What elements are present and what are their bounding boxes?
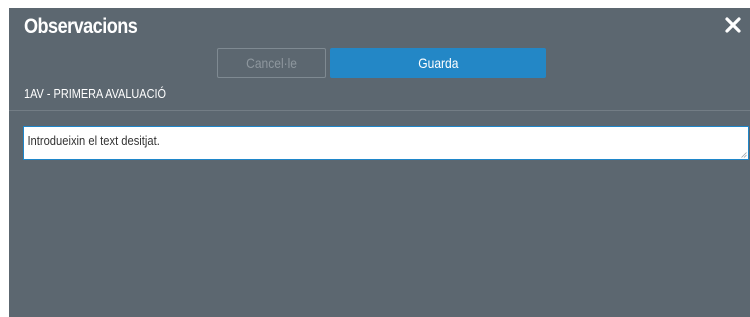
resize-grip-icon[interactable]: [741, 152, 747, 158]
observations-dialog: Observacions Cancel·le Guarda 1AV - PRIM…: [9, 8, 750, 317]
divider: [9, 110, 750, 111]
dialog-title: Observacions: [24, 15, 138, 38]
observations-textarea[interactable]: Introdueixin el text desitjat.: [23, 126, 749, 160]
close-icon[interactable]: [724, 14, 742, 36]
cancel-button[interactable]: Cancel·le: [217, 48, 326, 78]
save-button-label: Guarda: [417, 55, 459, 71]
cancel-button-label: Cancel·le: [246, 55, 297, 71]
observations-text: Introdueixin el text desitjat.: [27, 133, 160, 148]
evaluation-label: 1AV - PRIMERA AVALUACIÓ: [24, 86, 167, 101]
save-button[interactable]: Guarda: [330, 48, 546, 78]
